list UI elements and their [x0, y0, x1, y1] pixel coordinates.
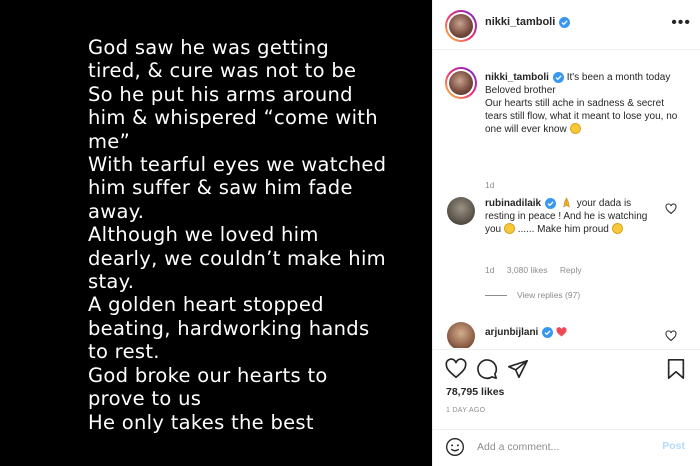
post-image: God saw he was getting tired, & cure was…: [0, 0, 432, 466]
sad-face-emoji: [569, 123, 581, 134]
comment-text-part-2: ...... Make him proud: [517, 224, 609, 235]
comment-likes[interactable]: 3,080 likes: [507, 265, 548, 275]
save-icon[interactable]: [665, 358, 687, 380]
caption-text: nikki_tamboli It's been a month today Be…: [485, 71, 681, 136]
comment-text: arjunbijlani: [485, 326, 655, 339]
post-header: nikki_tamboli •••: [433, 0, 700, 50]
comment-text: rubinadilaik your dada is resting in pea…: [485, 197, 655, 236]
like-icon[interactable]: [445, 358, 467, 380]
more-icon[interactable]: •••: [671, 14, 691, 32]
post-button[interactable]: Post: [662, 440, 685, 452]
reply-button[interactable]: Reply: [560, 265, 582, 275]
post-sidebar: nikki_tamboli ••• nikki_tamboli It's bee…: [432, 0, 700, 466]
verified-icon: [559, 16, 571, 28]
divider: [485, 295, 507, 297]
share-icon[interactable]: [507, 358, 529, 380]
caption-timestamp[interactable]: 1d: [485, 180, 494, 190]
verified-icon: [542, 326, 554, 338]
comment-username[interactable]: rubinadilaik: [485, 198, 541, 209]
smile-icon[interactable]: [445, 437, 465, 457]
comments-section[interactable]: nikki_tamboli It's been a month today Be…: [433, 51, 700, 348]
view-replies-label[interactable]: View replies (97): [517, 290, 580, 300]
comment-timestamp[interactable]: 1d: [485, 265, 494, 275]
caption-line-3: Our hearts still ache in sadness & secre…: [485, 98, 678, 135]
comment-avatar[interactable]: [447, 322, 475, 348]
likes-count[interactable]: 78,795 likes: [446, 386, 504, 398]
comment-icon[interactable]: [476, 358, 498, 380]
verified-icon: [545, 197, 557, 209]
post-image-text: God saw he was getting tired, & cure was…: [88, 36, 387, 434]
comment-like-icon[interactable]: [665, 330, 677, 342]
view-replies-button[interactable]: View replies (97): [485, 290, 580, 300]
caption-line-1: It's been a month today: [566, 72, 671, 83]
verified-icon: [552, 71, 564, 83]
caption-line-2: Beloved brother: [485, 85, 556, 96]
praying-hands-emoji: [563, 197, 570, 208]
comment-like-icon[interactable]: [665, 203, 677, 215]
header-username[interactable]: nikki_tamboli: [485, 16, 555, 28]
comment-meta: 1d 3,080 likes Reply: [485, 265, 592, 275]
post-date[interactable]: 1 DAY AGO: [446, 407, 485, 414]
smile-emoji: [611, 223, 623, 234]
red-heart-emoji: [556, 327, 567, 337]
comment-avatar[interactable]: [447, 197, 475, 225]
add-comment-bar: Post: [433, 429, 700, 466]
comment-username[interactable]: arjunbijlani: [485, 327, 538, 338]
post-actions: 78,795 likes 1 DAY AGO: [433, 349, 700, 429]
smile-emoji: [503, 223, 515, 234]
comment-input[interactable]: [477, 438, 647, 456]
caption-avatar[interactable]: [449, 71, 473, 95]
caption-username[interactable]: nikki_tamboli: [485, 72, 549, 83]
avatar[interactable]: [449, 14, 473, 38]
header-username-row: nikki_tamboli: [485, 16, 571, 28]
